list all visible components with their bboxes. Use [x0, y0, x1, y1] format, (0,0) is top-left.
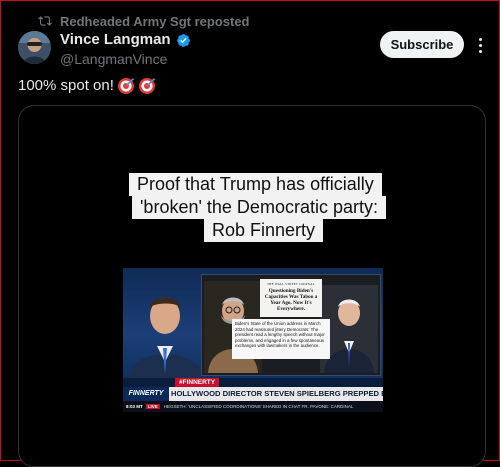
live-badge: LIVE	[145, 404, 160, 409]
post-text-row: 100% spot on!	[18, 76, 156, 96]
repost-icon	[38, 16, 52, 26]
avatar[interactable]	[18, 31, 51, 64]
video-caption-line: Rob Finnerty	[204, 219, 324, 242]
show-hashtag: #FINNERTY	[175, 378, 220, 387]
news-anchor-image	[129, 297, 203, 378]
verified-badge-icon	[176, 33, 190, 47]
news-graphic-panel: THE WALL STREET JOURNAL Questioning Bide…	[201, 274, 381, 376]
repost-text: Redheaded Army Sgt reposted	[60, 13, 250, 29]
direct-hit-icon	[117, 78, 135, 94]
lower-third-banner: FINNERTY HOLLYWOOD DIRECTOR STEVEN SPIEL…	[123, 387, 383, 401]
show-brand-logo: FINNERTY	[123, 387, 169, 401]
more-options-icon[interactable]	[472, 35, 488, 55]
subscribe-button[interactable]: Subscribe	[380, 31, 464, 58]
quote-excerpt: Biden's State of the Union address in Ma…	[232, 319, 330, 359]
author-block[interactable]: Vince Langman @LangmanVince	[60, 31, 191, 69]
direct-hit-icon	[138, 78, 156, 94]
video-caption-line: 'broken' the Democratic party:	[132, 196, 386, 219]
newspaper-headline-card: THE WALL STREET JOURNAL Questioning Bide…	[260, 279, 322, 317]
repost-header[interactable]: Redheaded Army Sgt reposted	[38, 12, 250, 30]
author-handle[interactable]: @LangmanVince	[60, 49, 191, 69]
news-ticker: 8:03 MT LIVE HEGSETH: 'UNCLASSIFIED COORDI…	[123, 401, 383, 412]
video-caption-line: Proof that Trump has officially	[129, 173, 382, 196]
video-player[interactable]: Proof that Trump has officially 'broken'…	[18, 105, 486, 467]
ticker-time: 8:03 MT	[126, 404, 143, 409]
ticker-text: HEGSETH: 'UNCLASSIFIED COORDINATIONS' SH…	[163, 404, 354, 409]
post-text: 100% spot on!	[18, 77, 114, 94]
chyron-headline: HOLLYWOOD DIRECTOR STEVEN SPIELBERG PREP…	[171, 389, 383, 398]
newspaper-headline: Questioning Biden's Capacities Was Taboo…	[264, 288, 318, 312]
newspaper-masthead: THE WALL STREET JOURNAL	[267, 282, 315, 286]
news-broadcast-frame: THE WALL STREET JOURNAL Questioning Bide…	[123, 268, 383, 412]
author-name[interactable]: Vince Langman	[60, 31, 171, 49]
